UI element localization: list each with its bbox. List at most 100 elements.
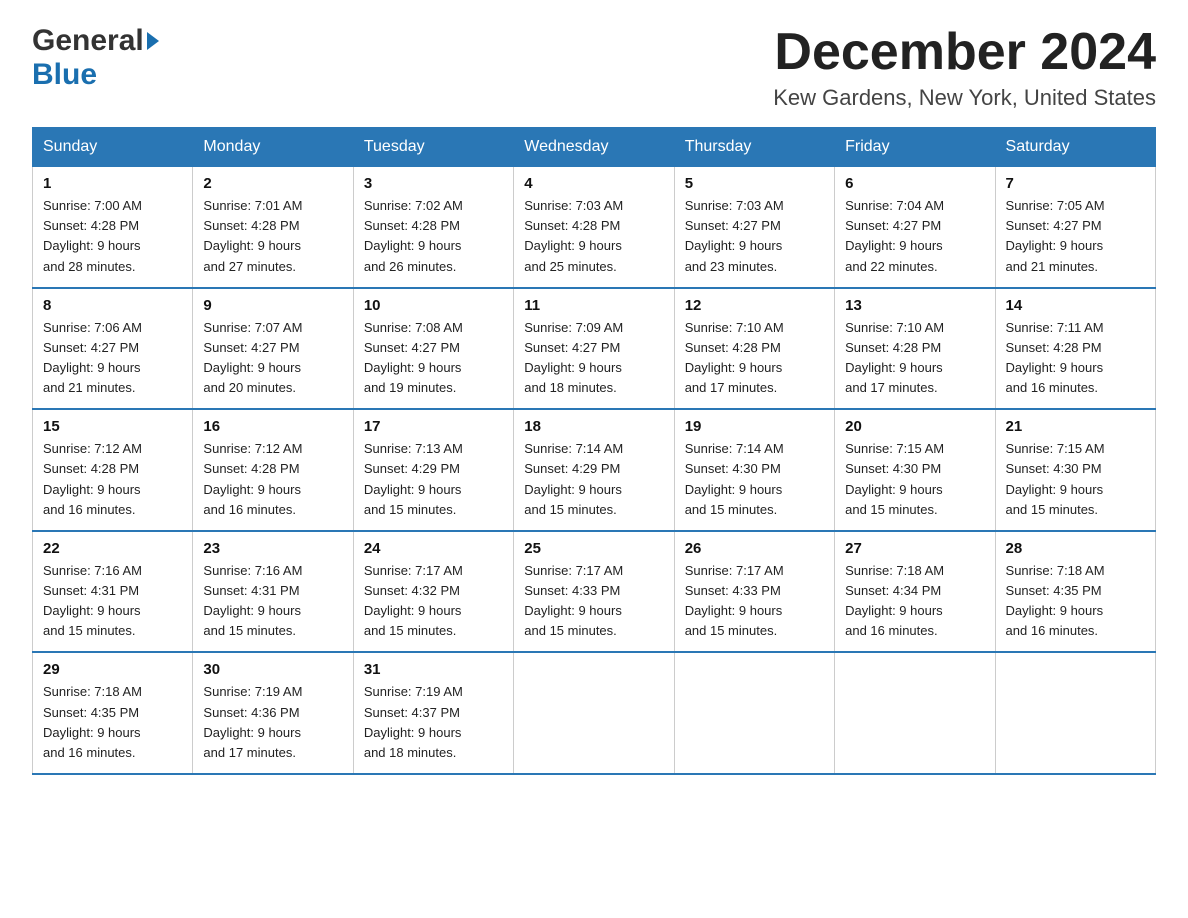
calendar-cell: 18 Sunrise: 7:14 AM Sunset: 4:29 PM Dayl… bbox=[514, 409, 674, 531]
day-info: Sunrise: 7:12 AM Sunset: 4:28 PM Dayligh… bbox=[203, 439, 342, 520]
calendar-cell: 25 Sunrise: 7:17 AM Sunset: 4:33 PM Dayl… bbox=[514, 531, 674, 653]
calendar-cell: 10 Sunrise: 7:08 AM Sunset: 4:27 PM Dayl… bbox=[353, 288, 513, 410]
col-header-friday: Friday bbox=[835, 128, 995, 167]
day-number: 27 bbox=[845, 540, 984, 557]
day-info: Sunrise: 7:14 AM Sunset: 4:29 PM Dayligh… bbox=[524, 439, 663, 520]
day-info: Sunrise: 7:04 AM Sunset: 4:27 PM Dayligh… bbox=[845, 196, 984, 277]
day-number: 4 bbox=[524, 175, 663, 192]
day-number: 30 bbox=[203, 661, 342, 678]
day-info: Sunrise: 7:01 AM Sunset: 4:28 PM Dayligh… bbox=[203, 196, 342, 277]
calendar-week-2: 8 Sunrise: 7:06 AM Sunset: 4:27 PM Dayli… bbox=[33, 288, 1156, 410]
day-number: 16 bbox=[203, 418, 342, 435]
logo-general-text: General bbox=[32, 24, 144, 58]
calendar-cell: 26 Sunrise: 7:17 AM Sunset: 4:33 PM Dayl… bbox=[674, 531, 834, 653]
day-number: 19 bbox=[685, 418, 824, 435]
day-info: Sunrise: 7:14 AM Sunset: 4:30 PM Dayligh… bbox=[685, 439, 824, 520]
calendar-cell: 24 Sunrise: 7:17 AM Sunset: 4:32 PM Dayl… bbox=[353, 531, 513, 653]
calendar-cell: 6 Sunrise: 7:04 AM Sunset: 4:27 PM Dayli… bbox=[835, 167, 995, 288]
col-header-monday: Monday bbox=[193, 128, 353, 167]
day-info: Sunrise: 7:08 AM Sunset: 4:27 PM Dayligh… bbox=[364, 318, 503, 399]
day-number: 3 bbox=[364, 175, 503, 192]
calendar-title: December 2024 bbox=[773, 24, 1156, 81]
page-header: General Blue December 2024 Kew Gardens, … bbox=[32, 24, 1156, 111]
day-number: 17 bbox=[364, 418, 503, 435]
calendar-cell: 22 Sunrise: 7:16 AM Sunset: 4:31 PM Dayl… bbox=[33, 531, 193, 653]
day-number: 29 bbox=[43, 661, 182, 678]
col-header-wednesday: Wednesday bbox=[514, 128, 674, 167]
calendar-cell: 20 Sunrise: 7:15 AM Sunset: 4:30 PM Dayl… bbox=[835, 409, 995, 531]
calendar-cell: 9 Sunrise: 7:07 AM Sunset: 4:27 PM Dayli… bbox=[193, 288, 353, 410]
day-number: 1 bbox=[43, 175, 182, 192]
day-info: Sunrise: 7:18 AM Sunset: 4:35 PM Dayligh… bbox=[1006, 561, 1145, 642]
day-info: Sunrise: 7:19 AM Sunset: 4:36 PM Dayligh… bbox=[203, 682, 342, 763]
day-info: Sunrise: 7:07 AM Sunset: 4:27 PM Dayligh… bbox=[203, 318, 342, 399]
day-number: 10 bbox=[364, 297, 503, 314]
calendar-cell: 8 Sunrise: 7:06 AM Sunset: 4:27 PM Dayli… bbox=[33, 288, 193, 410]
day-info: Sunrise: 7:16 AM Sunset: 4:31 PM Dayligh… bbox=[203, 561, 342, 642]
calendar-cell: 23 Sunrise: 7:16 AM Sunset: 4:31 PM Dayl… bbox=[193, 531, 353, 653]
day-info: Sunrise: 7:17 AM Sunset: 4:33 PM Dayligh… bbox=[524, 561, 663, 642]
calendar-cell: 13 Sunrise: 7:10 AM Sunset: 4:28 PM Dayl… bbox=[835, 288, 995, 410]
calendar-week-3: 15 Sunrise: 7:12 AM Sunset: 4:28 PM Dayl… bbox=[33, 409, 1156, 531]
calendar-cell: 21 Sunrise: 7:15 AM Sunset: 4:30 PM Dayl… bbox=[995, 409, 1155, 531]
calendar-cell: 1 Sunrise: 7:00 AM Sunset: 4:28 PM Dayli… bbox=[33, 167, 193, 288]
day-number: 21 bbox=[1006, 418, 1145, 435]
day-number: 8 bbox=[43, 297, 182, 314]
day-number: 7 bbox=[1006, 175, 1145, 192]
day-info: Sunrise: 7:10 AM Sunset: 4:28 PM Dayligh… bbox=[685, 318, 824, 399]
day-info: Sunrise: 7:15 AM Sunset: 4:30 PM Dayligh… bbox=[1006, 439, 1145, 520]
day-number: 13 bbox=[845, 297, 984, 314]
calendar-table: SundayMondayTuesdayWednesdayThursdayFrid… bbox=[32, 127, 1156, 775]
calendar-cell: 3 Sunrise: 7:02 AM Sunset: 4:28 PM Dayli… bbox=[353, 167, 513, 288]
day-number: 12 bbox=[685, 297, 824, 314]
day-number: 9 bbox=[203, 297, 342, 314]
calendar-cell: 12 Sunrise: 7:10 AM Sunset: 4:28 PM Dayl… bbox=[674, 288, 834, 410]
calendar-cell bbox=[674, 652, 834, 774]
day-info: Sunrise: 7:00 AM Sunset: 4:28 PM Dayligh… bbox=[43, 196, 182, 277]
calendar-cell: 19 Sunrise: 7:14 AM Sunset: 4:30 PM Dayl… bbox=[674, 409, 834, 531]
day-info: Sunrise: 7:17 AM Sunset: 4:33 PM Dayligh… bbox=[685, 561, 824, 642]
day-number: 20 bbox=[845, 418, 984, 435]
day-number: 26 bbox=[685, 540, 824, 557]
day-info: Sunrise: 7:18 AM Sunset: 4:34 PM Dayligh… bbox=[845, 561, 984, 642]
col-header-tuesday: Tuesday bbox=[353, 128, 513, 167]
calendar-subtitle: Kew Gardens, New York, United States bbox=[773, 85, 1156, 111]
calendar-cell: 28 Sunrise: 7:18 AM Sunset: 4:35 PM Dayl… bbox=[995, 531, 1155, 653]
col-header-thursday: Thursday bbox=[674, 128, 834, 167]
logo-blue-text: Blue bbox=[32, 58, 97, 92]
calendar-cell: 5 Sunrise: 7:03 AM Sunset: 4:27 PM Dayli… bbox=[674, 167, 834, 288]
calendar-cell: 17 Sunrise: 7:13 AM Sunset: 4:29 PM Dayl… bbox=[353, 409, 513, 531]
day-info: Sunrise: 7:17 AM Sunset: 4:32 PM Dayligh… bbox=[364, 561, 503, 642]
day-number: 28 bbox=[1006, 540, 1145, 557]
day-info: Sunrise: 7:06 AM Sunset: 4:27 PM Dayligh… bbox=[43, 318, 182, 399]
day-info: Sunrise: 7:05 AM Sunset: 4:27 PM Dayligh… bbox=[1006, 196, 1145, 277]
day-number: 23 bbox=[203, 540, 342, 557]
day-info: Sunrise: 7:16 AM Sunset: 4:31 PM Dayligh… bbox=[43, 561, 182, 642]
day-info: Sunrise: 7:15 AM Sunset: 4:30 PM Dayligh… bbox=[845, 439, 984, 520]
day-info: Sunrise: 7:18 AM Sunset: 4:35 PM Dayligh… bbox=[43, 682, 182, 763]
day-info: Sunrise: 7:09 AM Sunset: 4:27 PM Dayligh… bbox=[524, 318, 663, 399]
calendar-week-4: 22 Sunrise: 7:16 AM Sunset: 4:31 PM Dayl… bbox=[33, 531, 1156, 653]
calendar-cell: 11 Sunrise: 7:09 AM Sunset: 4:27 PM Dayl… bbox=[514, 288, 674, 410]
day-info: Sunrise: 7:02 AM Sunset: 4:28 PM Dayligh… bbox=[364, 196, 503, 277]
day-number: 15 bbox=[43, 418, 182, 435]
calendar-header-row: SundayMondayTuesdayWednesdayThursdayFrid… bbox=[33, 128, 1156, 167]
calendar-week-5: 29 Sunrise: 7:18 AM Sunset: 4:35 PM Dayl… bbox=[33, 652, 1156, 774]
calendar-cell: 27 Sunrise: 7:18 AM Sunset: 4:34 PM Dayl… bbox=[835, 531, 995, 653]
title-section: December 2024 Kew Gardens, New York, Uni… bbox=[773, 24, 1156, 111]
calendar-cell bbox=[514, 652, 674, 774]
day-number: 25 bbox=[524, 540, 663, 557]
calendar-week-1: 1 Sunrise: 7:00 AM Sunset: 4:28 PM Dayli… bbox=[33, 167, 1156, 288]
day-info: Sunrise: 7:03 AM Sunset: 4:28 PM Dayligh… bbox=[524, 196, 663, 277]
calendar-cell: 2 Sunrise: 7:01 AM Sunset: 4:28 PM Dayli… bbox=[193, 167, 353, 288]
day-number: 22 bbox=[43, 540, 182, 557]
calendar-cell: 14 Sunrise: 7:11 AM Sunset: 4:28 PM Dayl… bbox=[995, 288, 1155, 410]
day-info: Sunrise: 7:13 AM Sunset: 4:29 PM Dayligh… bbox=[364, 439, 503, 520]
calendar-cell: 30 Sunrise: 7:19 AM Sunset: 4:36 PM Dayl… bbox=[193, 652, 353, 774]
calendar-cell: 31 Sunrise: 7:19 AM Sunset: 4:37 PM Dayl… bbox=[353, 652, 513, 774]
calendar-cell: 15 Sunrise: 7:12 AM Sunset: 4:28 PM Dayl… bbox=[33, 409, 193, 531]
col-header-saturday: Saturday bbox=[995, 128, 1155, 167]
day-info: Sunrise: 7:10 AM Sunset: 4:28 PM Dayligh… bbox=[845, 318, 984, 399]
day-number: 24 bbox=[364, 540, 503, 557]
logo-arrow-icon bbox=[147, 32, 159, 50]
